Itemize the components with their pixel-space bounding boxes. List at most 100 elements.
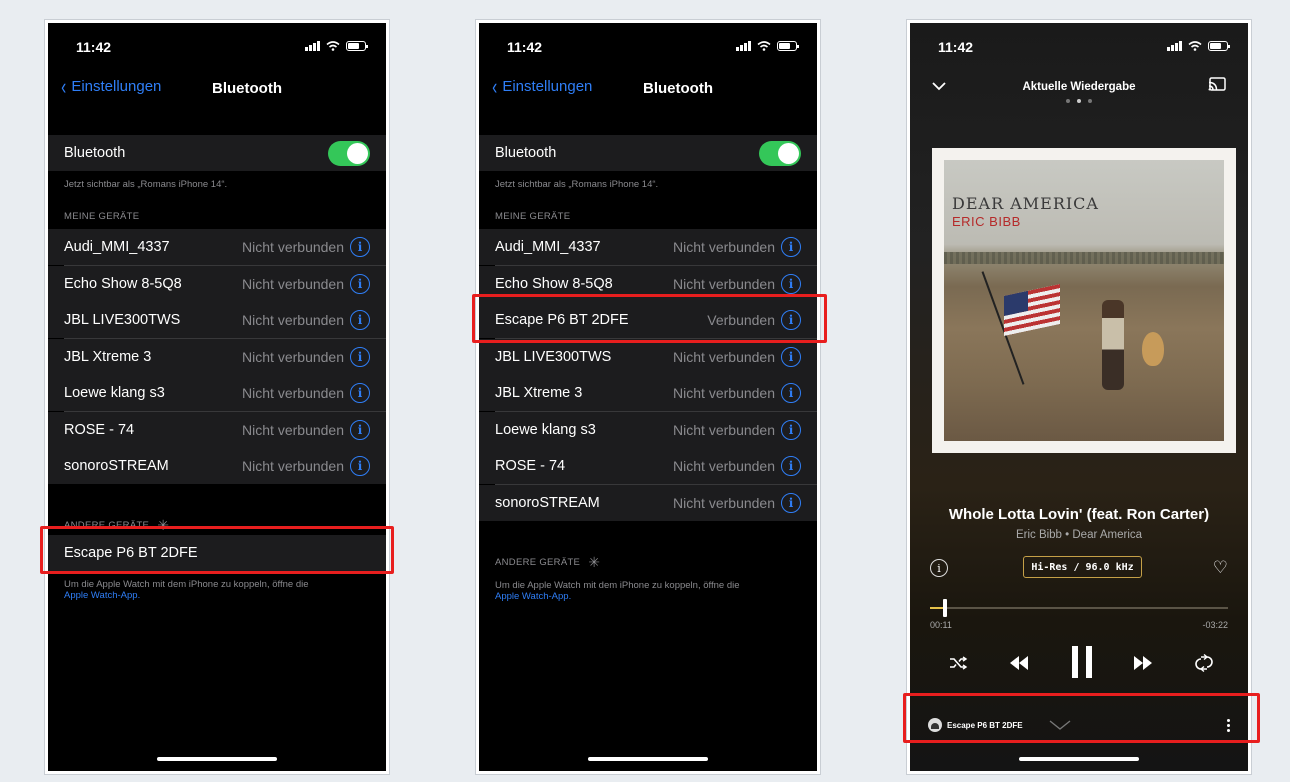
battery-icon xyxy=(1208,41,1230,51)
flag-image xyxy=(1004,284,1060,336)
heart-icon[interactable]: ♡ xyxy=(1213,558,1228,578)
cover-title: DEAR AMERICA xyxy=(952,194,1099,213)
previous-icon[interactable] xyxy=(1008,653,1030,673)
status-bar: 11:42 xyxy=(479,23,817,71)
status-bar: 11:42 xyxy=(910,23,1248,71)
bluetooth-toggle[interactable] xyxy=(328,140,370,166)
page-title: Bluetooth xyxy=(643,80,713,97)
device-status: Nicht verbunden xyxy=(242,385,344,401)
home-indicator xyxy=(588,757,708,761)
device-name: JBL LIVE300TWS xyxy=(495,348,612,365)
highlight-box xyxy=(472,294,827,343)
info-icon[interactable]: i xyxy=(781,456,801,476)
info-icon[interactable]: i xyxy=(781,273,801,294)
player-header: Aktuelle Wiedergabe xyxy=(910,75,1248,115)
device-name: Audi_MMI_4337 xyxy=(64,239,170,255)
visibility-note: Jetzt sichtbar als „Romans iPhone 14“. xyxy=(64,179,228,190)
watch-note: Um die Apple Watch mit dem iPhone zu kop… xyxy=(495,580,740,602)
home-indicator xyxy=(157,757,277,761)
signal-icon xyxy=(305,41,320,51)
info-icon[interactable]: i xyxy=(350,419,370,440)
device-row[interactable]: Audi_MMI_4337 Nicht verbunden i xyxy=(48,229,386,265)
device-row[interactable]: Audi_MMI_4337 Nicht verbunden i xyxy=(479,229,817,265)
page-dot xyxy=(1077,99,1081,103)
info-icon[interactable]: i xyxy=(781,419,801,440)
apple-watch-app-link[interactable]: Apple Watch-App. xyxy=(64,590,140,601)
device-status: Nicht verbunden xyxy=(673,385,775,401)
device-status: Nicht verbunden xyxy=(673,458,775,474)
device-status: Nicht verbunden xyxy=(242,421,344,438)
song-title: Whole Lotta Lovin' (feat. Ron Carter) xyxy=(948,506,1210,523)
device-row[interactable]: JBL LIVE300TWS Nicht verbunden i xyxy=(479,338,817,375)
device-status: Nicht verbunden xyxy=(242,239,344,255)
info-icon[interactable]: i xyxy=(350,456,370,476)
device-row[interactable]: JBL Xtreme 3 Nicht verbunden i xyxy=(48,338,386,375)
device-name: Loewe klang s3 xyxy=(495,421,596,438)
info-icon[interactable]: i xyxy=(781,492,801,513)
device-status: Nicht verbunden xyxy=(242,458,344,474)
device-name: sonoroSTREAM xyxy=(64,458,169,474)
device-status: Nicht verbunden xyxy=(242,348,344,365)
artist-album: Eric Bibb • Dear America xyxy=(1015,529,1143,541)
device-row[interactable]: Loewe klang s3 Nicht verbunden i xyxy=(48,375,386,411)
wifi-icon xyxy=(326,41,340,51)
nav-bar: ‹ Einstellungen Bluetooth xyxy=(48,75,386,105)
info-icon[interactable]: i xyxy=(350,273,370,294)
pause-icon[interactable] xyxy=(1070,645,1094,679)
visibility-note: Jetzt sichtbar als „Romans iPhone 14“. xyxy=(495,179,659,190)
device-status: Nicht verbunden xyxy=(242,275,344,292)
device-row[interactable]: Loewe klang s3 Nicht verbunden i xyxy=(479,411,817,448)
page-dot xyxy=(1088,99,1092,103)
device-status: Nicht verbunden xyxy=(673,494,775,511)
my-devices-header: MEINE GERÄTE xyxy=(495,211,571,222)
loading-spinner-icon: ✳ xyxy=(588,554,601,570)
info-icon[interactable]: i xyxy=(781,346,801,367)
bluetooth-toggle-row: Bluetooth xyxy=(479,135,817,171)
elapsed-time: 00:11 xyxy=(930,620,952,630)
device-row[interactable]: sonoroSTREAM Nicht verbunden i xyxy=(479,484,817,521)
device-status: Nicht verbunden xyxy=(242,312,344,328)
device-row[interactable]: ROSE - 74 Nicht verbunden i xyxy=(479,448,817,484)
info-icon[interactable]: i xyxy=(350,383,370,403)
device-name: Loewe klang s3 xyxy=(64,385,165,401)
wifi-icon xyxy=(757,41,771,51)
nav-bar: ‹ Einstellungen Bluetooth xyxy=(479,75,817,105)
device-name: Audi_MMI_4337 xyxy=(495,239,601,255)
device-name: JBL Xtreme 3 xyxy=(64,348,152,365)
status-time: 11:42 xyxy=(938,39,974,55)
guitar-image xyxy=(1142,332,1164,366)
shuffle-icon[interactable] xyxy=(948,653,968,673)
info-icon[interactable]: i xyxy=(350,237,370,257)
device-row[interactable]: sonoroSTREAM Nicht verbunden i xyxy=(48,448,386,484)
info-icon[interactable]: i xyxy=(781,237,801,257)
signal-icon xyxy=(1167,41,1182,51)
signal-icon xyxy=(736,41,751,51)
page-dot xyxy=(1066,99,1070,103)
status-bar: 11:42 xyxy=(48,23,386,71)
info-icon[interactable]: i xyxy=(930,559,948,577)
info-icon[interactable]: i xyxy=(350,310,370,330)
apple-watch-app-link[interactable]: Apple Watch-App. xyxy=(495,591,571,602)
bluetooth-toggle[interactable] xyxy=(759,140,801,166)
cover-artist: ERIC BIBB xyxy=(952,214,1021,229)
device-row[interactable]: JBL Xtreme 3 Nicht verbunden i xyxy=(479,375,817,411)
device-status: Nicht verbunden xyxy=(673,421,775,438)
info-icon[interactable]: i xyxy=(781,383,801,403)
info-icon[interactable]: i xyxy=(350,346,370,367)
device-row[interactable]: JBL LIVE300TWS Nicht verbunden i xyxy=(48,302,386,338)
device-name: ROSE - 74 xyxy=(64,421,135,438)
next-icon[interactable] xyxy=(1132,653,1154,673)
device-name: ROSE - 74 xyxy=(495,458,566,474)
progress-knob[interactable] xyxy=(942,599,947,617)
device-row[interactable]: ROSE - 74 Nicht verbunden i xyxy=(48,411,386,448)
device-row[interactable]: Echo Show 8-5Q8 Nicht verbunden i xyxy=(48,265,386,302)
progress-bar[interactable] xyxy=(930,599,1228,617)
highlight-box xyxy=(40,526,394,574)
bluetooth-toggle-row: Bluetooth xyxy=(48,135,386,171)
remaining-time: -03:22 xyxy=(1202,620,1228,630)
repeat-icon[interactable] xyxy=(1194,653,1214,673)
battery-icon xyxy=(346,41,368,51)
device-name: JBL LIVE300TWS xyxy=(64,312,181,328)
person-image xyxy=(1102,300,1124,390)
cast-icon[interactable] xyxy=(1208,77,1226,91)
